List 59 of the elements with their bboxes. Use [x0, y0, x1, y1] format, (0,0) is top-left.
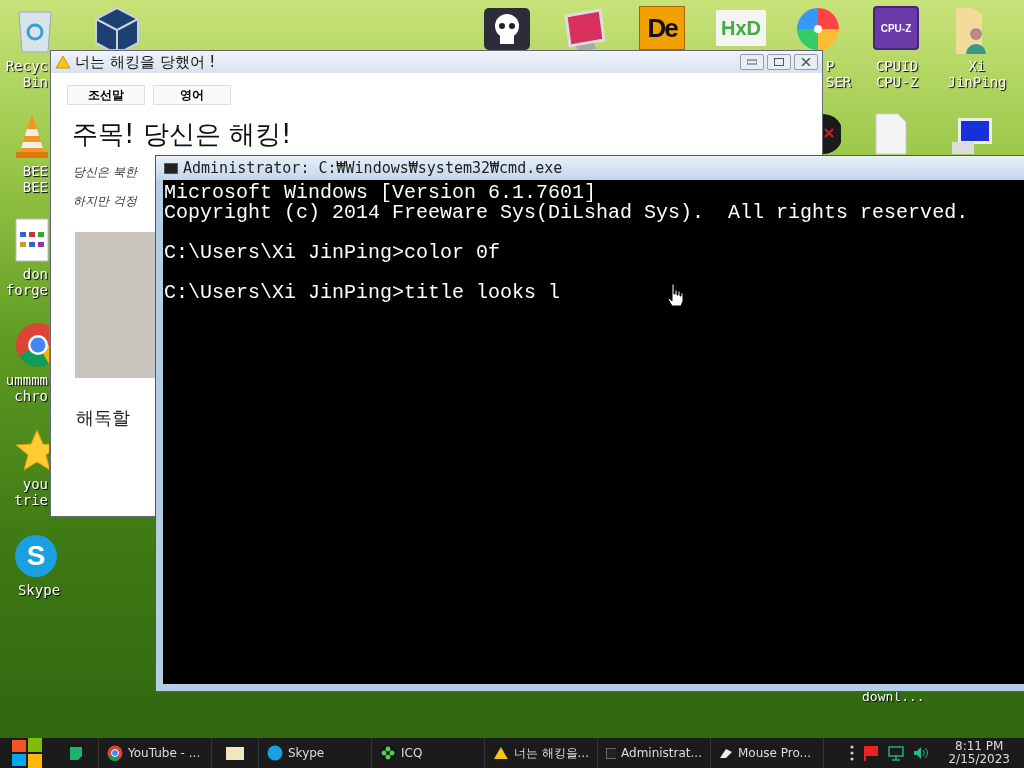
language-button[interactable]: 조선말 [67, 85, 145, 105]
chip-icon[interactable]: CPU-Z [873, 6, 919, 50]
warning-heading: 주목! 당신은 해킹! [72, 118, 293, 151]
overflow-icon[interactable] [850, 745, 855, 761]
app-window-icon[interactable] [15, 218, 49, 262]
monitor-icon[interactable] [562, 8, 608, 52]
desktop-text: downl... [862, 689, 925, 704]
message-text: 하지만 걱정 [73, 193, 137, 210]
icon-label: don forge [4, 266, 48, 298]
star-icon[interactable] [15, 428, 49, 472]
logo-icon[interactable]: De [639, 6, 685, 50]
pinwheel-icon[interactable] [795, 6, 841, 52]
icon-label: CPUID CPU-Z [874, 58, 920, 90]
document-icon[interactable] [874, 112, 908, 156]
flag-icon[interactable] [863, 745, 880, 761]
chat-app-icon [68, 745, 84, 761]
console-icon [606, 747, 616, 759]
chat-icon [267, 745, 283, 761]
maximize-icon [774, 58, 784, 66]
clock[interactable]: 8:11 PM 2/15/2023 [948, 740, 1010, 766]
network-icon[interactable] [888, 745, 905, 761]
console-icon [164, 162, 178, 174]
window-title: 너는 해킹을 당했어 ! [75, 52, 216, 72]
icon-label: ummmm chro [4, 372, 48, 404]
taskbar-item[interactable]: ICQ [372, 738, 485, 768]
message-text: 당신은 북한 [73, 164, 137, 181]
flower-icon [380, 745, 396, 761]
icon-label: Xi JinPing [946, 58, 1008, 90]
close-icon [801, 58, 811, 66]
icon-label: Recyc Bin [4, 58, 48, 90]
key-prompt: 해독할 [76, 406, 131, 430]
console-line: Microsoft Windows [Version 6.1.7601] [164, 183, 597, 203]
warning-icon [493, 746, 509, 760]
icon-label: BEE BEE [21, 163, 48, 195]
browser-icon [107, 745, 123, 761]
console-line: C:\Users\Xi JinPing>title looks l [164, 283, 561, 303]
language-button[interactable]: 영어 [153, 85, 231, 105]
icon-label: P SER [826, 58, 853, 90]
taskbar-item[interactable]: Administrat... [598, 738, 711, 768]
window-title: Administrator: C:₩Windows₩system32₩cmd.exe [183, 159, 563, 177]
console-line: C:\Users\Xi JinPing>color 0f [164, 243, 501, 263]
taskbar-item[interactable]: 너는 해킹을... [485, 738, 598, 768]
start-button[interactable] [10, 738, 44, 768]
speaker-icon[interactable] [913, 746, 930, 760]
minimize-icon [747, 59, 757, 65]
skull-icon[interactable] [484, 8, 530, 50]
icon-label: Skype [16, 582, 62, 598]
hand-cursor-icon [667, 283, 685, 307]
cube-icon[interactable] [93, 6, 141, 49]
taskbar-item[interactable]: Mouse Pro... [711, 738, 824, 768]
taskbar-item[interactable]: YouTube - ... [99, 738, 212, 768]
maximize-button[interactable] [767, 54, 791, 70]
warning-icon [55, 55, 71, 69]
icon-label: you trie [13, 476, 48, 508]
close-button[interactable] [794, 54, 818, 70]
computer-icon[interactable] [950, 116, 994, 156]
taskbar-item[interactable]: Skype [259, 738, 372, 768]
console-line: Copyright (c) 2014 Freeware Sys(DiLshad Sys). All rights reserved. [164, 203, 969, 223]
folder-icon [226, 746, 244, 760]
